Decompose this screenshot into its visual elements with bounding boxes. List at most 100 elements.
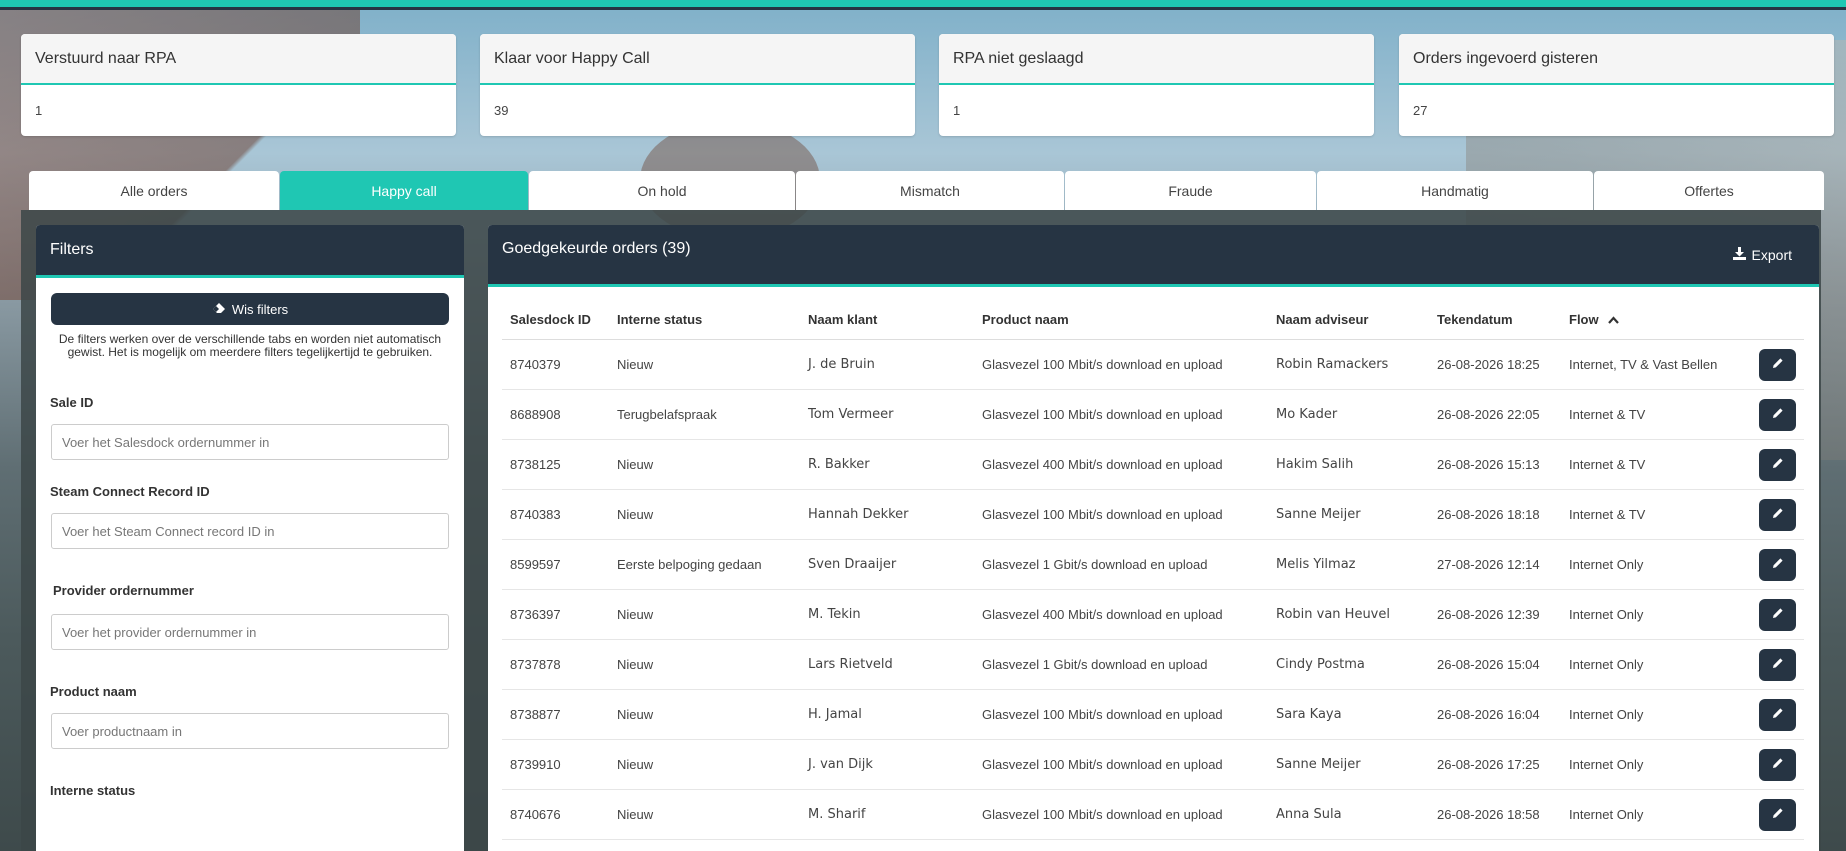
pencil-icon	[1772, 557, 1784, 572]
column-header-naam-adviseur[interactable]: Naam adviseur	[1268, 299, 1429, 340]
edit-order-button[interactable]	[1759, 448, 1796, 481]
edit-order-button[interactable]	[1759, 348, 1796, 381]
tab-handmatig[interactable]: Handmatig	[1317, 171, 1593, 210]
clear-filters-button[interactable]: Wis filters	[51, 293, 449, 325]
stat-card-rpa-failed: RPA niet geslaagd 1	[939, 34, 1374, 136]
pencil-icon	[1772, 757, 1784, 772]
pencil-icon	[1772, 707, 1784, 722]
column-header-salesdock-id[interactable]: Salesdock ID	[502, 299, 609, 340]
stat-card-rpa-sent: Verstuurd naar RPA 1	[21, 34, 456, 136]
chevron-up-icon	[1608, 312, 1620, 327]
cell-naam-klant: M. Sharif	[800, 789, 974, 840]
cell-interne-status: Eerste belpoging gedaan	[609, 539, 800, 590]
cell-product-naam: Glasvezel 1 Gbit/s download en upload	[974, 539, 1268, 590]
cell-tekendatum: 26-08-2026 18:58	[1429, 789, 1561, 840]
cell-naam-adviseur: Melis Yilmaz	[1268, 539, 1429, 590]
edit-order-button[interactable]	[1759, 548, 1796, 581]
column-header-interne-status[interactable]: Interne status	[609, 299, 800, 340]
export-button[interactable]: Export	[1732, 246, 1792, 263]
cell-tekendatum: 26-08-2026 22:05	[1429, 389, 1561, 440]
stat-card-value: 1	[35, 103, 43, 118]
cell-interne-status: Nieuw	[609, 789, 800, 840]
tab-happy-call[interactable]: Happy call	[280, 171, 528, 210]
tab-mismatch[interactable]: Mismatch	[796, 171, 1064, 210]
pencil-icon	[1772, 407, 1784, 422]
cell-salesdock-id: 8740379	[502, 339, 609, 390]
cell-naam-klant: Hannah Dekker	[800, 489, 974, 540]
cell-salesdock-id: 8688908	[502, 389, 609, 440]
tab-on-hold[interactable]: On hold	[529, 171, 795, 210]
cell-naam-klant: M. Tekin	[800, 589, 974, 640]
steam-connect-id-label: Steam Connect Record ID	[50, 484, 210, 499]
column-header-product-naam[interactable]: Product naam	[974, 299, 1268, 340]
cell-naam-adviseur: Cindy Postma	[1268, 639, 1429, 690]
table-row: 8688908 Terugbelafspraak Tom Vermeer Glasve…	[502, 389, 1804, 440]
filters-note: De filters werken over de verschillende …	[58, 332, 442, 359]
cell-naam-klant: Lars Rietveld	[800, 639, 974, 690]
edit-order-button[interactable]	[1759, 498, 1796, 531]
cell-tekendatum: 26-08-2026 18:18	[1429, 489, 1561, 540]
cell-flow: Internet Only	[1561, 589, 1751, 640]
provider-ordernummer-input[interactable]	[51, 614, 449, 650]
edit-order-button[interactable]	[1759, 698, 1796, 731]
edit-order-button[interactable]	[1759, 748, 1796, 781]
cell-flow: Internet Only	[1561, 789, 1751, 840]
stat-card-title: RPA niet geslaagd	[939, 34, 1374, 85]
cell-naam-klant: J. de Bruin	[800, 339, 974, 390]
column-header-naam-klant[interactable]: Naam klant	[800, 299, 974, 340]
sale-id-label: Sale ID	[50, 395, 94, 410]
column-header-flow[interactable]: Flow	[1561, 299, 1751, 340]
cell-actions	[1751, 589, 1804, 640]
cell-flow: Internet Only	[1561, 689, 1751, 740]
table-row: 8739910 Nieuw J. van Dijk Glasvezel 100 Mbi…	[502, 739, 1804, 790]
cell-actions	[1751, 389, 1804, 440]
cell-interne-status: Nieuw	[609, 489, 800, 540]
orders-header: Goedgekeurde orders (39) Export	[488, 225, 1819, 287]
cell-actions	[1751, 489, 1804, 540]
tab-alle-orders[interactable]: Alle orders	[29, 171, 279, 210]
product-naam-input[interactable]	[51, 713, 449, 749]
edit-order-button[interactable]	[1759, 648, 1796, 681]
cell-naam-adviseur: Sanne Meijer	[1268, 489, 1429, 540]
cell-tekendatum: 26-08-2026 12:39	[1429, 589, 1561, 640]
cell-tekendatum: 26-08-2026 18:25	[1429, 339, 1561, 390]
table-row: 8736397 Nieuw M. Tekin Glasvezel 400 Mbit/s…	[502, 589, 1804, 640]
edit-order-button[interactable]	[1759, 598, 1796, 631]
table-row: 8599597 Eerste belpoging gedaan Sven Draai…	[502, 539, 1804, 590]
tab-offertes[interactable]: Offertes	[1594, 171, 1824, 210]
cell-interne-status: Nieuw	[609, 439, 800, 490]
tab-fraude[interactable]: Fraude	[1065, 171, 1316, 210]
edit-order-button[interactable]	[1759, 798, 1796, 831]
column-header-actions	[1751, 299, 1804, 340]
cell-actions	[1751, 539, 1804, 590]
cell-tekendatum: 26-08-2026 15:13	[1429, 439, 1561, 490]
pencil-icon	[1772, 807, 1784, 822]
stat-card-value: 39	[494, 103, 509, 118]
top-accent-bar	[0, 0, 1846, 7]
provider-ordernummer-label: Provider ordernummer	[53, 583, 194, 598]
cell-product-naam: Glasvezel 100 Mbit/s download en upload	[974, 739, 1268, 790]
stat-card-title: Orders ingevoerd gisteren	[1399, 34, 1834, 85]
column-header-tekendatum[interactable]: Tekendatum	[1429, 299, 1561, 340]
cell-interne-status: Nieuw	[609, 339, 800, 390]
cell-actions	[1751, 789, 1804, 840]
steam-connect-id-input[interactable]	[51, 513, 449, 549]
cell-salesdock-id: 8738125	[502, 439, 609, 490]
cell-flow: Internet & TV	[1561, 439, 1751, 490]
stat-card-value: 1	[953, 103, 961, 118]
product-naam-label: Product naam	[50, 684, 137, 699]
cell-actions	[1751, 439, 1804, 490]
order-tabs: Alle orders Happy call On hold Mismatch …	[29, 171, 1824, 210]
cell-actions	[1751, 739, 1804, 790]
cell-product-naam: Glasvezel 400 Mbit/s download en upload	[974, 439, 1268, 490]
cell-salesdock-id: 8599597	[502, 539, 609, 590]
sale-id-input[interactable]	[51, 424, 449, 460]
stat-card-title: Klaar voor Happy Call	[480, 34, 915, 85]
cell-naam-klant: Tom Vermeer	[800, 389, 974, 440]
cell-salesdock-id: 8740383	[502, 489, 609, 540]
cell-product-naam: Glasvezel 100 Mbit/s download en upload	[974, 389, 1268, 440]
table-row: 8738877 Nieuw H. Jamal Glasvezel 100 Mbit/s…	[502, 689, 1804, 740]
edit-order-button[interactable]	[1759, 398, 1796, 431]
cell-naam-klant: J. van Dijk	[800, 739, 974, 790]
cell-naam-adviseur: Sara Kaya	[1268, 689, 1429, 740]
